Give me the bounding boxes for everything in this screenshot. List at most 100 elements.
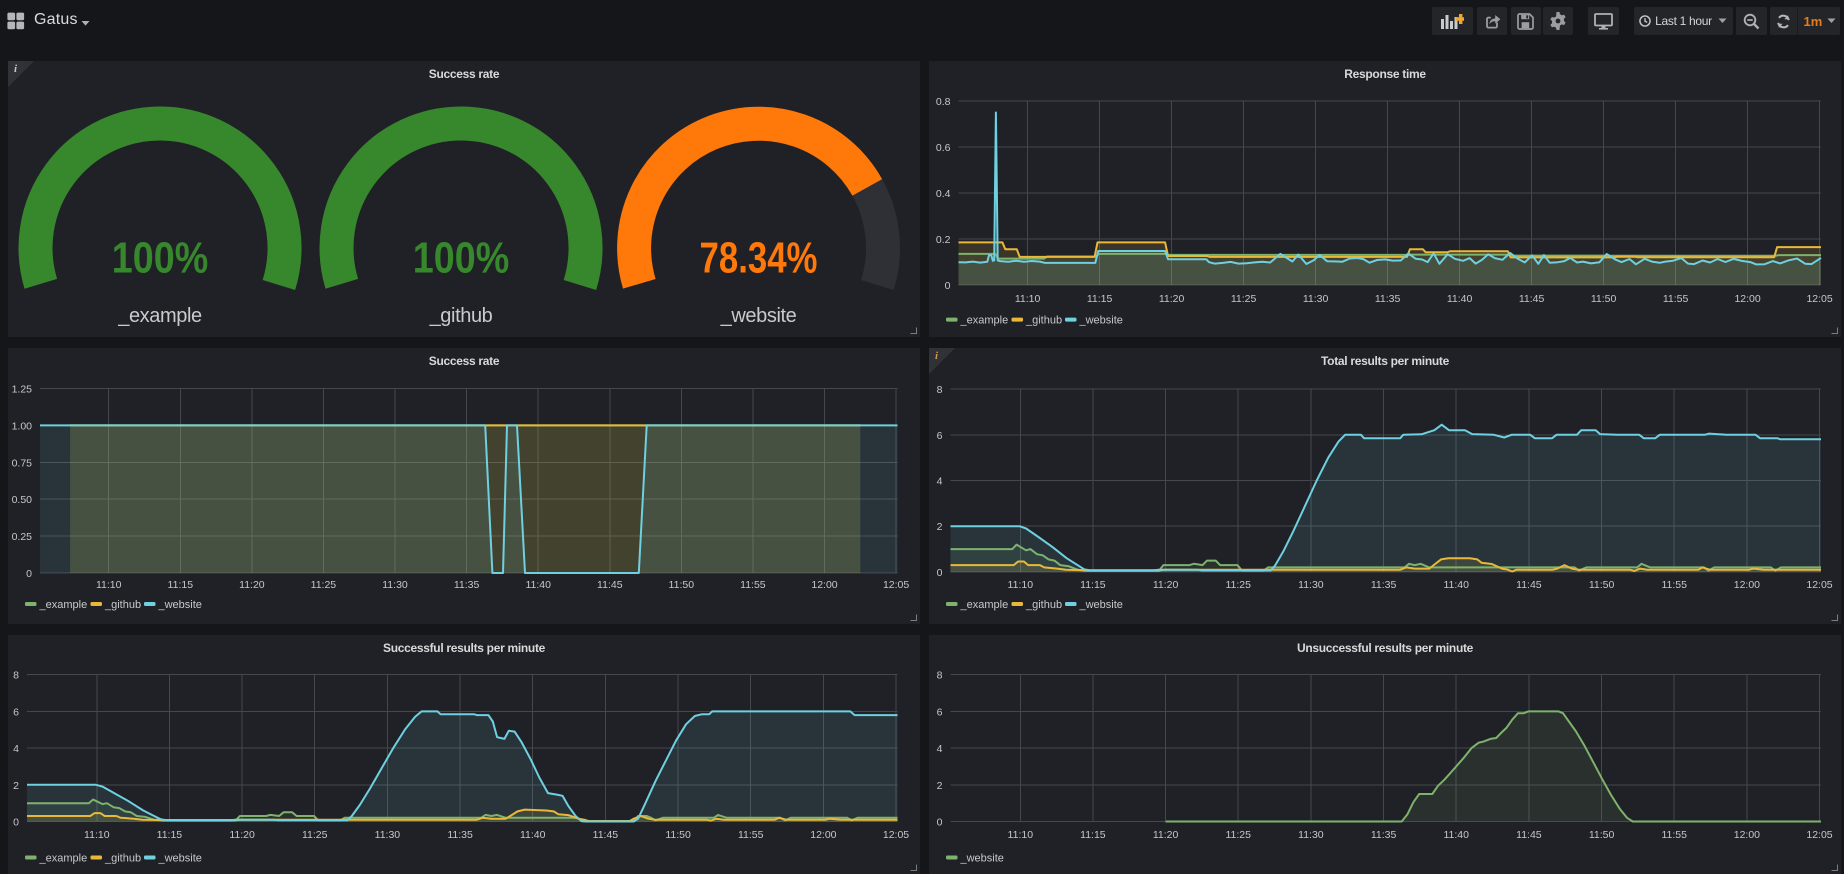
svg-text:1.25: 1.25 — [12, 384, 33, 396]
svg-text:11:35: 11:35 — [1371, 829, 1397, 841]
svg-text:11:25: 11:25 — [311, 579, 337, 591]
svg-text:_github: _github — [429, 305, 493, 327]
svg-text:0: 0 — [13, 817, 19, 829]
svg-text:0.4: 0.4 — [936, 188, 951, 200]
svg-text:0: 0 — [937, 817, 943, 829]
svg-text:12:05: 12:05 — [1806, 829, 1832, 841]
svg-text:_github: _github — [1025, 599, 1062, 611]
svg-text:8: 8 — [937, 670, 943, 682]
svg-text:11:45: 11:45 — [1519, 293, 1545, 305]
svg-text:12:00: 12:00 — [810, 829, 836, 841]
svg-text:6: 6 — [937, 430, 943, 442]
svg-text:100%: 100% — [413, 234, 510, 283]
svg-text:_example: _example — [117, 305, 202, 327]
svg-text:100%: 100% — [112, 234, 209, 283]
svg-text:11:25: 11:25 — [302, 829, 328, 841]
svg-text:11:10: 11:10 — [1008, 829, 1034, 841]
svg-text:11:50: 11:50 — [1589, 829, 1615, 841]
svg-text:11:40: 11:40 — [1443, 829, 1469, 841]
svg-text:_example: _example — [39, 853, 88, 865]
svg-text:11:50: 11:50 — [665, 829, 691, 841]
svg-text:11:55: 11:55 — [738, 829, 764, 841]
svg-text:11:55: 11:55 — [740, 579, 766, 591]
svg-text:11:15: 11:15 — [1080, 579, 1106, 591]
svg-text:Total results per minute: Total results per minute — [1321, 354, 1450, 368]
svg-text:11:55: 11:55 — [1661, 829, 1687, 841]
svg-text:11:35: 11:35 — [1375, 293, 1401, 305]
svg-text:11:45: 11:45 — [1516, 579, 1542, 591]
svg-text:_example: _example — [39, 599, 88, 611]
svg-text:11:40: 11:40 — [520, 829, 546, 841]
svg-text:11:35: 11:35 — [447, 829, 473, 841]
svg-text:12:05: 12:05 — [883, 579, 909, 591]
svg-text:11:30: 11:30 — [1298, 829, 1324, 841]
svg-text:0.75: 0.75 — [12, 457, 33, 469]
svg-text:_github: _github — [104, 599, 141, 611]
svg-text:Response time: Response time — [1344, 67, 1426, 81]
svg-text:4: 4 — [937, 743, 943, 755]
svg-text:0.2: 0.2 — [936, 234, 951, 246]
svg-text:11:30: 11:30 — [382, 579, 408, 591]
svg-text:12:00: 12:00 — [811, 579, 837, 591]
svg-text:11:45: 11:45 — [1516, 829, 1542, 841]
svg-text:11:25: 11:25 — [1231, 293, 1257, 305]
svg-text:11:35: 11:35 — [1371, 579, 1397, 591]
svg-text:_website: _website — [720, 305, 797, 327]
svg-text:_website: _website — [1079, 599, 1123, 611]
svg-text:12:00: 12:00 — [1734, 579, 1760, 591]
svg-text:1.00: 1.00 — [12, 420, 33, 432]
svg-text:11:45: 11:45 — [593, 829, 619, 841]
svg-text:Successful results per minute: Successful results per minute — [383, 641, 546, 655]
svg-text:8: 8 — [13, 670, 19, 682]
svg-text:4: 4 — [937, 476, 943, 488]
svg-text:0.25: 0.25 — [12, 531, 33, 543]
svg-text:11:20: 11:20 — [1153, 579, 1179, 591]
svg-text:11:50: 11:50 — [669, 579, 695, 591]
svg-text:_website: _website — [158, 599, 202, 611]
svg-text:11:10: 11:10 — [1008, 579, 1034, 591]
svg-text:11:15: 11:15 — [1087, 293, 1113, 305]
svg-text:4: 4 — [13, 743, 19, 755]
svg-text:6: 6 — [13, 706, 19, 718]
svg-text:11:10: 11:10 — [96, 579, 122, 591]
svg-text:8: 8 — [937, 384, 943, 396]
svg-text:11:55: 11:55 — [1661, 579, 1687, 591]
svg-text:0: 0 — [945, 280, 951, 292]
svg-text:0.8: 0.8 — [936, 96, 951, 108]
svg-text:11:20: 11:20 — [229, 829, 255, 841]
svg-text:_website: _website — [158, 853, 202, 865]
svg-text:11:30: 11:30 — [1298, 579, 1324, 591]
svg-text:11:20: 11:20 — [1153, 829, 1179, 841]
svg-text:2: 2 — [937, 521, 943, 533]
svg-text:2: 2 — [13, 780, 19, 792]
svg-text:11:30: 11:30 — [1303, 293, 1329, 305]
svg-text:_github: _github — [1025, 315, 1062, 327]
svg-text:_example: _example — [960, 315, 1009, 327]
svg-text:11:15: 11:15 — [1080, 829, 1106, 841]
svg-text:12:00: 12:00 — [1734, 829, 1760, 841]
svg-text:11:25: 11:25 — [1225, 829, 1251, 841]
svg-text:12:05: 12:05 — [1806, 579, 1832, 591]
svg-text:6: 6 — [937, 706, 943, 718]
svg-text:11:10: 11:10 — [84, 829, 110, 841]
svg-text:11:50: 11:50 — [1591, 293, 1617, 305]
svg-text:Unsuccessful results per minut: Unsuccessful results per minute — [1297, 641, 1474, 655]
svg-text:_website: _website — [960, 853, 1004, 865]
svg-text:0.6: 0.6 — [936, 142, 951, 154]
svg-text:11:10: 11:10 — [1015, 293, 1041, 305]
svg-text:11:40: 11:40 — [1447, 293, 1473, 305]
svg-text:0.50: 0.50 — [12, 494, 33, 506]
svg-text:11:20: 11:20 — [1159, 293, 1185, 305]
svg-text:11:15: 11:15 — [157, 829, 183, 841]
svg-text:11:15: 11:15 — [168, 579, 194, 591]
svg-text:12:05: 12:05 — [883, 829, 909, 841]
svg-text:12:00: 12:00 — [1734, 293, 1760, 305]
svg-text:12:05: 12:05 — [1806, 293, 1832, 305]
svg-text:2: 2 — [937, 780, 943, 792]
svg-text:11:30: 11:30 — [375, 829, 401, 841]
svg-text:Success rate: Success rate — [429, 67, 500, 81]
svg-text:0: 0 — [937, 567, 943, 579]
svg-text:11:45: 11:45 — [597, 579, 623, 591]
svg-text:11:40: 11:40 — [1443, 579, 1469, 591]
svg-text:_github: _github — [104, 853, 141, 865]
